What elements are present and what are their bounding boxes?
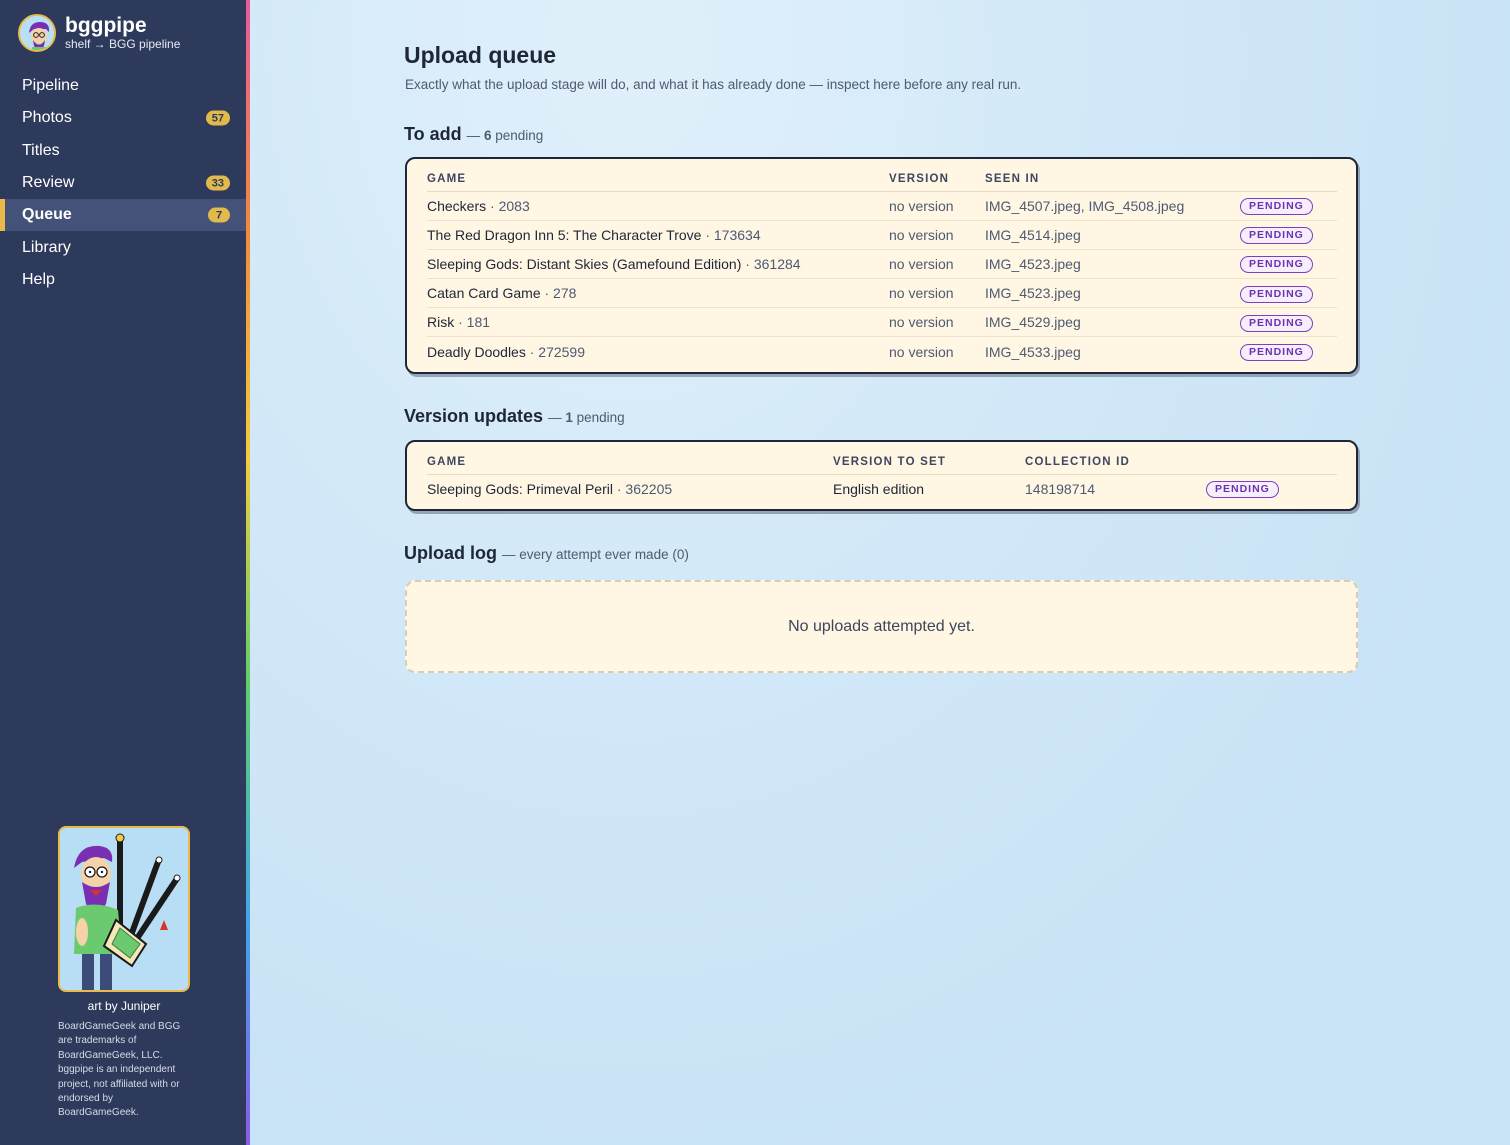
nav-item-label: Pipeline [22,77,79,95]
empty-state-text: No uploads attempted yet. [788,617,975,635]
status-badge: PENDING [1240,344,1313,362]
game-id: · 272599 [529,343,586,360]
nav-item-review[interactable]: Review 33 [0,167,246,199]
nav-item-titles[interactable]: Titles [0,135,246,167]
status-badge: PENDING [1240,285,1313,303]
table-row: Catan Card Game · 278 no version IMG_452… [427,278,1337,309]
count-badge: 57 [205,110,230,126]
section-title: To add [404,124,462,144]
section-dash: — [548,410,562,425]
version-updates-table-card: GAME VERSION TO SET COLLECTION ID Sleepi… [405,440,1358,511]
to-add-table: GAME VERSION SEEN IN Checkers · 2083 no … [427,159,1337,366]
seen-in-cell: IMG_4523.jpeg [985,249,1240,280]
table-row: Sleeping Gods: Distant Skies (Gamefound … [427,249,1337,280]
version-to-set-cell: English edition [833,480,925,497]
page-title: Upload queue [404,42,557,68]
version-cell: no version [889,307,985,338]
pending-label: pending [495,128,544,143]
game-name: Risk [427,314,455,331]
nav-item-label: Queue [22,206,72,224]
status-badge: PENDING [1240,256,1313,274]
column-header-status [1240,159,1337,192]
column-header-seen-in: SEEN IN [985,159,1240,192]
seen-in-cell: IMG_4514.jpeg [985,220,1240,250]
pending-label: pending [576,410,625,425]
nav-item-label: Photos [22,109,72,127]
game-id: · 362205 [616,480,673,497]
game-name: Deadly Doodles [427,343,526,360]
status-badge: PENDING [1240,314,1313,332]
game-id: · 2083 [490,197,530,214]
game-name: Sleeping Gods: Distant Skies (Gamefound … [427,255,742,272]
seen-in-cell: IMG_4523.jpeg [985,278,1240,309]
version-cell: no version [889,220,985,250]
section-title: Version updates [404,406,544,426]
table-row: Checkers · 2083 no version IMG_4507.jpeg… [427,191,1337,221]
game-name: The Red Dragon Inn 5: The Character Trov… [427,226,702,243]
table-row: Deadly Doodles · 272599 no version IMG_4… [427,337,1337,366]
version-cell: no version [889,191,985,221]
upload-log-empty-state: No uploads attempted yet. [405,580,1358,673]
column-header-version: VERSION [889,159,985,192]
main-content: Upload queue Exactly what the upload sta… [250,0,1510,1145]
nav-item-library[interactable]: Library [0,231,246,263]
section-dash: — [466,128,481,143]
to-add-heading: To add — 6 pending [404,124,543,145]
version-cell: no version [889,343,954,360]
game-id: · 173634 [705,226,761,243]
game-id: · 181 [458,314,491,331]
table-row: Sleeping Gods: Primeval Peril · 362205 E… [427,474,1337,503]
app-name: bggpipe [65,14,147,37]
count-badge: 33 [205,175,230,191]
version-updates-table: GAME VERSION TO SET COLLECTION ID Sleepi… [427,442,1337,503]
game-name: Checkers [427,197,487,214]
version-updates-heading: Version updates — 1 pending [404,406,625,427]
column-header-game: GAME [427,442,833,475]
count-badge: 7 [208,207,230,223]
version-cell: no version [889,249,985,280]
seen-in-cell: IMG_4529.jpeg [985,307,1240,338]
to-add-table-card: GAME VERSION SEEN IN Checkers · 2083 no … [405,157,1358,374]
app-tagline: shelf → BGG pipeline [65,37,181,51]
status-badge: PENDING [1240,198,1313,216]
nav-item-queue[interactable]: Queue 7 [0,199,246,232]
section-title: Upload log [404,543,497,563]
pending-count: 1 [565,410,573,425]
collection-id-cell: 148198714 [1025,480,1096,497]
version-cell: no version [889,278,985,309]
nav-item-label: Titles [22,141,60,159]
seen-in-cell: IMG_4507.jpeg, IMG_4508.jpeg [985,191,1240,221]
nav-item-pipeline[interactable]: Pipeline [0,70,246,102]
trademark-disclaimer: BoardGameGeek and BGG are trademarks of … [58,1021,181,1119]
game-name: Catan Card Game [427,285,541,302]
sidebar: bggpipe shelf → BGG pipeline Pipeline Ph… [0,0,246,1145]
nav-item-label: Review [22,174,75,192]
logo-avatar [18,14,56,52]
upload-log-meta: — every attempt ever made (0) [502,547,689,562]
sidebar-nav: Pipeline Photos 57 Titles Review 33 Queu… [0,70,246,296]
nav-item-help[interactable]: Help [0,264,246,296]
column-header-status [1206,442,1337,475]
table-row: Risk · 181 no version IMG_4529.jpeg PEND… [427,307,1337,338]
column-header-collection-id: COLLECTION ID [1025,442,1206,475]
table-row: The Red Dragon Inn 5: The Character Trov… [427,220,1337,250]
game-id: · 278 [544,285,577,302]
status-badge: PENDING [1240,227,1313,245]
game-id: · 361284 [745,255,801,272]
upload-log-heading: Upload log — every attempt ever made (0) [404,543,689,564]
status-badge: PENDING [1206,481,1279,499]
nav-item-label: Help [22,270,55,288]
column-header-version-to-set: VERSION TO SET [833,442,1025,475]
brand[interactable]: bggpipe shelf → BGG pipeline [18,14,180,52]
art-credit: art by Juniper [87,999,161,1013]
pending-count: 6 [483,128,492,143]
nav-item-label: Library [22,238,71,256]
page-subtitle: Exactly what the upload stage will do, a… [405,77,1022,92]
nav-item-photos[interactable]: Photos 57 [0,102,246,134]
column-header-game: GAME [427,159,889,192]
seen-in-cell: IMG_4533.jpeg [985,343,1081,360]
bagpiper-illustration [58,826,190,992]
game-name: Sleeping Gods: Primeval Peril [427,480,613,497]
